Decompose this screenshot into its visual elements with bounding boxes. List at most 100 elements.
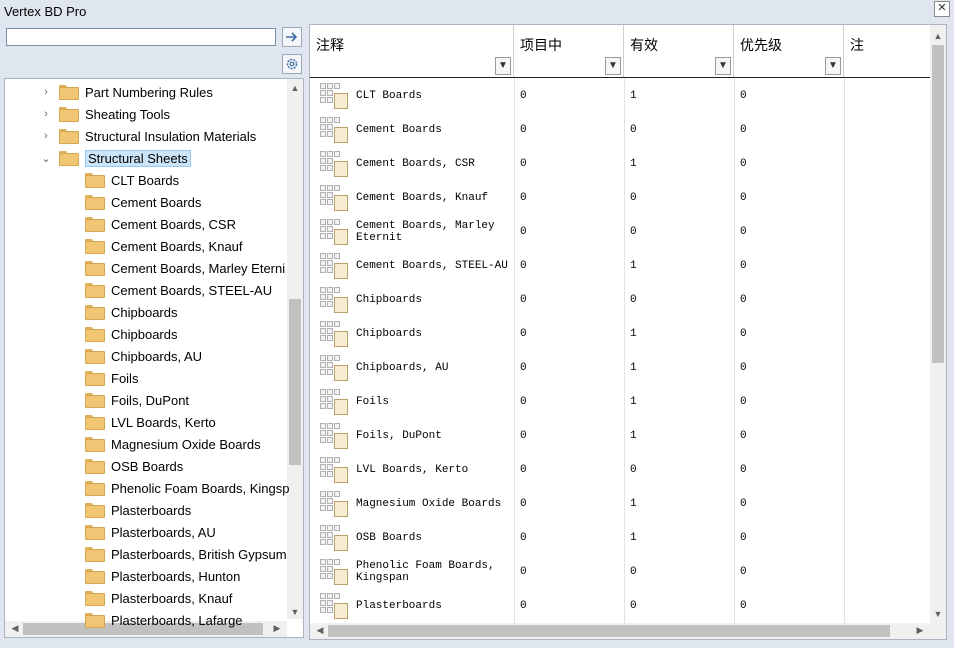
material-name: Cement Boards: [356, 124, 442, 136]
tree-item[interactable]: OSB Boards: [85, 455, 183, 477]
tree-item[interactable]: Plasterboards, Hunton: [85, 565, 240, 587]
cell-note: Foils, DuPont: [310, 419, 514, 453]
cell-in-project: 0: [520, 260, 527, 272]
tree-item[interactable]: ⌄ Structural Sheets: [41, 147, 191, 169]
tree-item[interactable]: Phenolic Foam Boards, Kingsp: [85, 477, 289, 499]
column-header-in-project[interactable]: 项目中 ▼: [514, 25, 624, 77]
tree-item[interactable]: › Structural Insulation Materials: [44, 125, 256, 147]
table-row[interactable]: Cement Boards 0 0 0: [310, 113, 930, 147]
table-row[interactable]: Chipboards, AU 0 1 0: [310, 351, 930, 385]
tree-item[interactable]: Cement Boards, CSR: [85, 213, 236, 235]
tree-vertical-scrollbar[interactable]: ▲ ▼: [287, 79, 303, 619]
cell-priority: 0: [740, 226, 747, 238]
cell-priority: 0: [740, 464, 747, 476]
table-row[interactable]: Foils 0 1 0: [310, 385, 930, 419]
tree-item[interactable]: Plasterboards, British Gypsum: [85, 543, 287, 565]
tree-item-label: Cement Boards, Marley Eterni: [111, 260, 286, 276]
cell-priority: 0: [740, 158, 747, 170]
table-row[interactable]: CLT Boards 0 1 0: [310, 79, 930, 113]
expanded-chevron-icon[interactable]: ⌄: [39, 147, 53, 169]
table-row[interactable]: LVL Boards, Kerto 0 0 0: [310, 453, 930, 487]
tree-item[interactable]: › Part Numbering Rules: [44, 81, 213, 103]
cell-valid: 1: [630, 158, 637, 170]
tree-item[interactable]: CLT Boards: [85, 169, 179, 191]
tree-item[interactable]: Foils: [85, 367, 138, 389]
tree-item-label: Cement Boards, CSR: [111, 216, 236, 232]
tree-scroll-thumb[interactable]: [289, 299, 301, 465]
material-name: Plasterboards: [356, 600, 442, 612]
grid-horizontal-scrollbar[interactable]: ◀ ▶: [310, 623, 946, 639]
search-input[interactable]: [6, 28, 276, 46]
tree-item[interactable]: Cement Boards, Knauf: [85, 235, 243, 257]
tree-item[interactable]: Chipboards, AU: [85, 345, 202, 367]
folder-icon: [85, 502, 105, 518]
filter-icon[interactable]: ▼: [825, 57, 841, 75]
tree-item[interactable]: LVL Boards, Kerto: [85, 411, 216, 433]
material-name: Phenolic Foam Boards, Kingspan: [356, 560, 495, 584]
cell-valid: 1: [630, 90, 637, 102]
column-header-priority[interactable]: 优先级 ▼: [734, 25, 844, 77]
filter-icon[interactable]: ▼: [495, 57, 511, 75]
column-header-note[interactable]: 注释 ▼: [310, 25, 514, 77]
scroll-down-arrow[interactable]: ▼: [930, 609, 946, 619]
tree-item[interactable]: Chipboards: [85, 301, 178, 323]
grid-vertical-scrollbar[interactable]: ▲ ▼: [930, 25, 946, 623]
scroll-left-arrow[interactable]: ◀: [312, 625, 328, 636]
table-row[interactable]: Phenolic Foam Boards, Kingspan 0 0 0: [310, 555, 930, 589]
tree-item[interactable]: Foils, DuPont: [85, 389, 189, 411]
cell-note: Foils: [310, 385, 514, 419]
table-row[interactable]: Magnesium Oxide Boards 0 1 0: [310, 487, 930, 521]
tree-item[interactable]: Plasterboards: [85, 499, 191, 521]
close-button[interactable]: ✕: [934, 1, 950, 17]
collapsed-chevron-icon[interactable]: ›: [39, 103, 53, 125]
tree-item[interactable]: Cement Boards: [85, 191, 201, 213]
table-row[interactable]: Cement Boards, CSR 0 1 0: [310, 147, 930, 181]
table-row[interactable]: Cement Boards, STEEL-AU 0 1 0: [310, 249, 930, 283]
folder-icon: [59, 84, 79, 100]
table-row[interactable]: Cement Boards, Knauf 0 0 0: [310, 181, 930, 215]
tree-item[interactable]: Cement Boards, Marley Eterni: [85, 257, 285, 279]
tree-item[interactable]: Cement Boards, STEEL-AU: [85, 279, 272, 301]
cell-note: Chipboards: [310, 283, 514, 317]
grid-scroll-thumb[interactable]: [932, 45, 944, 363]
tree-item[interactable]: Chipboards: [85, 323, 178, 345]
filter-icon[interactable]: ▼: [605, 57, 621, 75]
scroll-up-arrow[interactable]: ▲: [930, 31, 946, 41]
cell-in-project: 0: [520, 158, 527, 170]
grid-hscroll-thumb[interactable]: [328, 625, 890, 637]
column-header-remark[interactable]: 注: [844, 25, 930, 77]
search-go-button[interactable]: [282, 27, 302, 47]
settings-button[interactable]: [282, 54, 302, 74]
left-panel: ▲ ▼ ◀ ▶ › Part Numbering Rules › Sheating T…: [4, 24, 304, 640]
material-icon: [320, 117, 350, 143]
table-row[interactable]: Foils, DuPont 0 1 0: [310, 419, 930, 453]
table-row[interactable]: Chipboards 0 0 0: [310, 283, 930, 317]
cell-note: Cement Boards, Marley Eternit: [310, 215, 514, 249]
table-row[interactable]: Plasterboards 0 0 0: [310, 589, 930, 623]
collapsed-chevron-icon[interactable]: ›: [39, 81, 53, 103]
tree-item-label: Magnesium Oxide Boards: [111, 436, 261, 452]
scroll-left-arrow[interactable]: ◀: [7, 623, 23, 634]
table-row[interactable]: OSB Boards 0 1 0: [310, 521, 930, 555]
scroll-down-arrow[interactable]: ▼: [287, 607, 303, 617]
folder-tree[interactable]: ▲ ▼ ◀ ▶ › Part Numbering Rules › Sheating T…: [4, 78, 304, 638]
material-icon: [320, 423, 350, 449]
material-name: LVL Boards, Kerto: [356, 464, 469, 476]
cell-priority: 0: [740, 532, 747, 544]
scroll-up-arrow[interactable]: ▲: [287, 83, 303, 93]
table-row[interactable]: Chipboards 0 1 0: [310, 317, 930, 351]
tree-item[interactable]: Magnesium Oxide Boards: [85, 433, 261, 455]
table-row[interactable]: Cement Boards, Marley Eternit 0 0 0: [310, 215, 930, 249]
collapsed-chevron-icon[interactable]: ›: [39, 125, 53, 147]
cell-valid: 1: [630, 362, 637, 374]
tree-item[interactable]: Plasterboards, AU: [85, 521, 216, 543]
scroll-right-arrow[interactable]: ▶: [269, 623, 285, 634]
filter-icon[interactable]: ▼: [715, 57, 731, 75]
tree-item[interactable]: Plasterboards, Lafarge: [85, 609, 243, 631]
tree-item[interactable]: Plasterboards, Knauf: [85, 587, 232, 609]
cell-valid: 1: [630, 260, 637, 272]
tree-item[interactable]: › Sheating Tools: [44, 103, 170, 125]
scroll-right-arrow[interactable]: ▶: [912, 625, 928, 636]
folder-icon: [85, 392, 105, 408]
column-header-valid[interactable]: 有效 ▼: [624, 25, 734, 77]
